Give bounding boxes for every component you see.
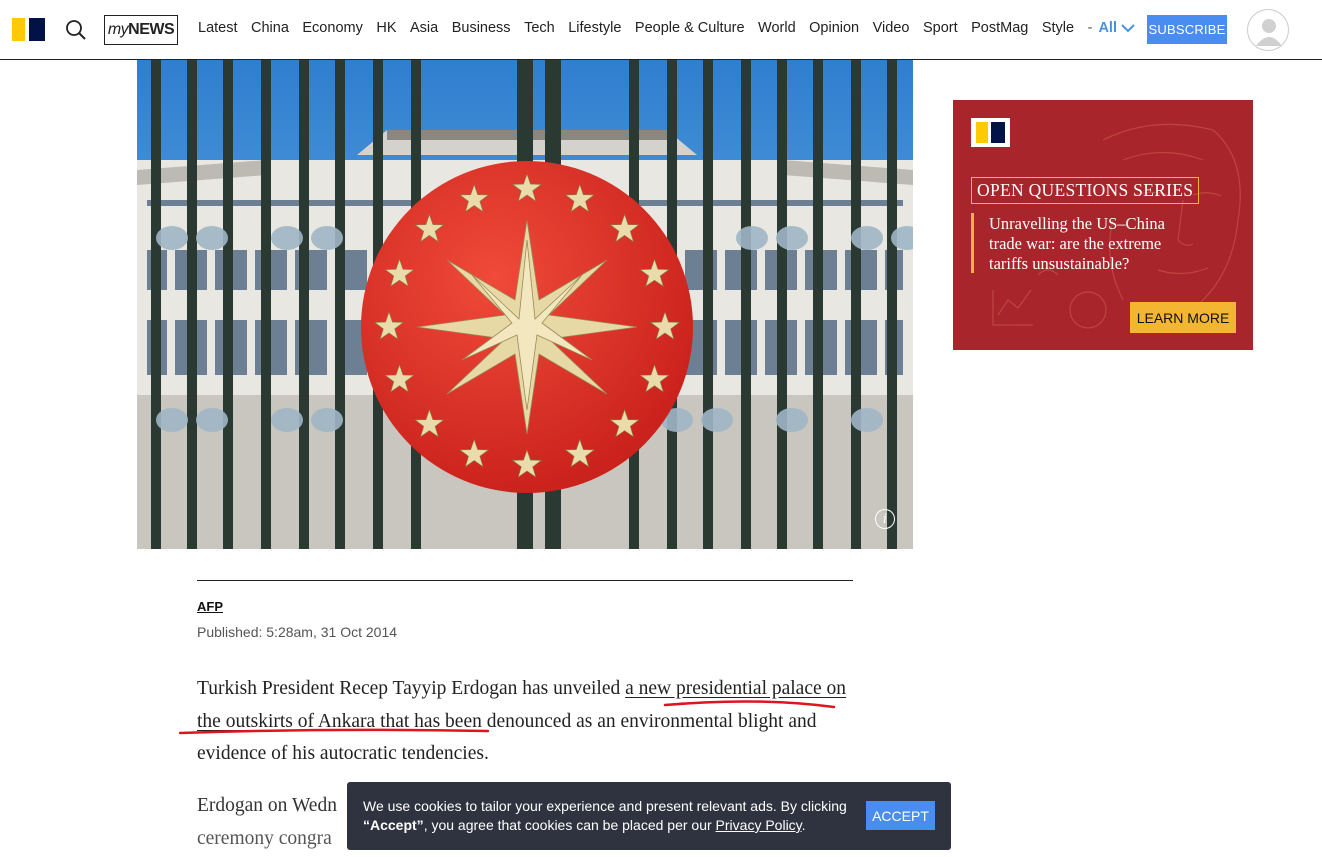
cookie-text-middle: , you agree that cookies can be placed p… [423, 817, 716, 833]
nav-item-video[interactable]: Video [873, 20, 910, 36]
ad-scmp-logo [971, 118, 1010, 147]
sidebar-ad[interactable]: OPEN QUESTIONS SERIES Unravelling the US… [953, 100, 1253, 350]
chevron-down-icon [1121, 24, 1135, 33]
palace-gate-photo [137, 60, 913, 549]
ad-accent-bar [971, 213, 974, 273]
privacy-policy-link[interactable]: Privacy Policy [716, 817, 802, 833]
article-published-date: Published: 5:28am, 31 Oct 2014 [197, 624, 398, 640]
cookie-banner: We use cookies to tailor your experience… [347, 782, 951, 850]
main-nav: Latest China Economy HK Asia Business Te… [198, 20, 1148, 36]
site-header: my NEWS Latest China Economy HK Asia Busi… [0, 0, 1322, 60]
nav-item-tech[interactable]: Tech [524, 20, 555, 36]
cookie-text-bold: “Accept” [363, 817, 424, 833]
nav-item-style[interactable]: Style [1042, 20, 1074, 36]
nav-item-business[interactable]: Business [452, 20, 511, 36]
ad-series-label: OPEN QUESTIONS SERIES [971, 177, 1200, 204]
search-icon[interactable] [64, 18, 88, 42]
nav-all-button[interactable]: All [1098, 20, 1135, 36]
paragraph-2-start: Erdogan on Wedn [197, 795, 337, 816]
ad-learn-more-button[interactable]: LEARN MORE [1130, 302, 1236, 333]
ad-headline: Unravelling the US–China trade war: are … [989, 214, 1165, 273]
site-logo[interactable] [12, 18, 45, 41]
image-info-icon[interactable]: i [875, 509, 895, 529]
mynews-news-label: NEWS [128, 21, 175, 38]
nav-item-asia[interactable]: Asia [410, 20, 438, 36]
nav-item-opinion[interactable]: Opinion [809, 20, 859, 36]
cookie-text-after: . [801, 817, 806, 833]
nav-item-people-culture[interactable]: People & Culture [635, 20, 745, 36]
mynews-my-label: my [107, 21, 129, 38]
nav-item-china[interactable]: China [251, 20, 289, 36]
hero-image: i [137, 60, 913, 549]
user-avatar-icon[interactable] [1247, 9, 1289, 51]
nav-item-lifestyle[interactable]: Lifestyle [568, 20, 621, 36]
cookie-accept-button[interactable]: ACCEPT [866, 801, 935, 830]
cookie-message: We use cookies to tailor your experience… [363, 797, 853, 835]
nav-item-hk[interactable]: HK [376, 20, 396, 36]
nav-item-sport[interactable]: Sport [923, 20, 958, 36]
article-divider [197, 580, 853, 581]
red-annotation-underline [178, 700, 836, 735]
nav-all-label: All [1098, 20, 1117, 36]
nav-item-world[interactable]: World [758, 20, 796, 36]
nav-item-economy[interactable]: Economy [302, 20, 362, 36]
nav-separator: - [1087, 20, 1093, 36]
subscribe-button[interactable]: SUBSCRIBE [1147, 15, 1227, 44]
mynews-button[interactable]: my NEWS [104, 15, 178, 45]
cookie-text-before: We use cookies to tailor your experience… [363, 798, 847, 814]
nav-item-latest[interactable]: Latest [198, 20, 238, 36]
article-author[interactable]: AFP [197, 599, 223, 614]
paragraph-2-line2: ceremony congra [197, 827, 332, 849]
nav-item-postmag[interactable]: PostMag [971, 20, 1028, 36]
